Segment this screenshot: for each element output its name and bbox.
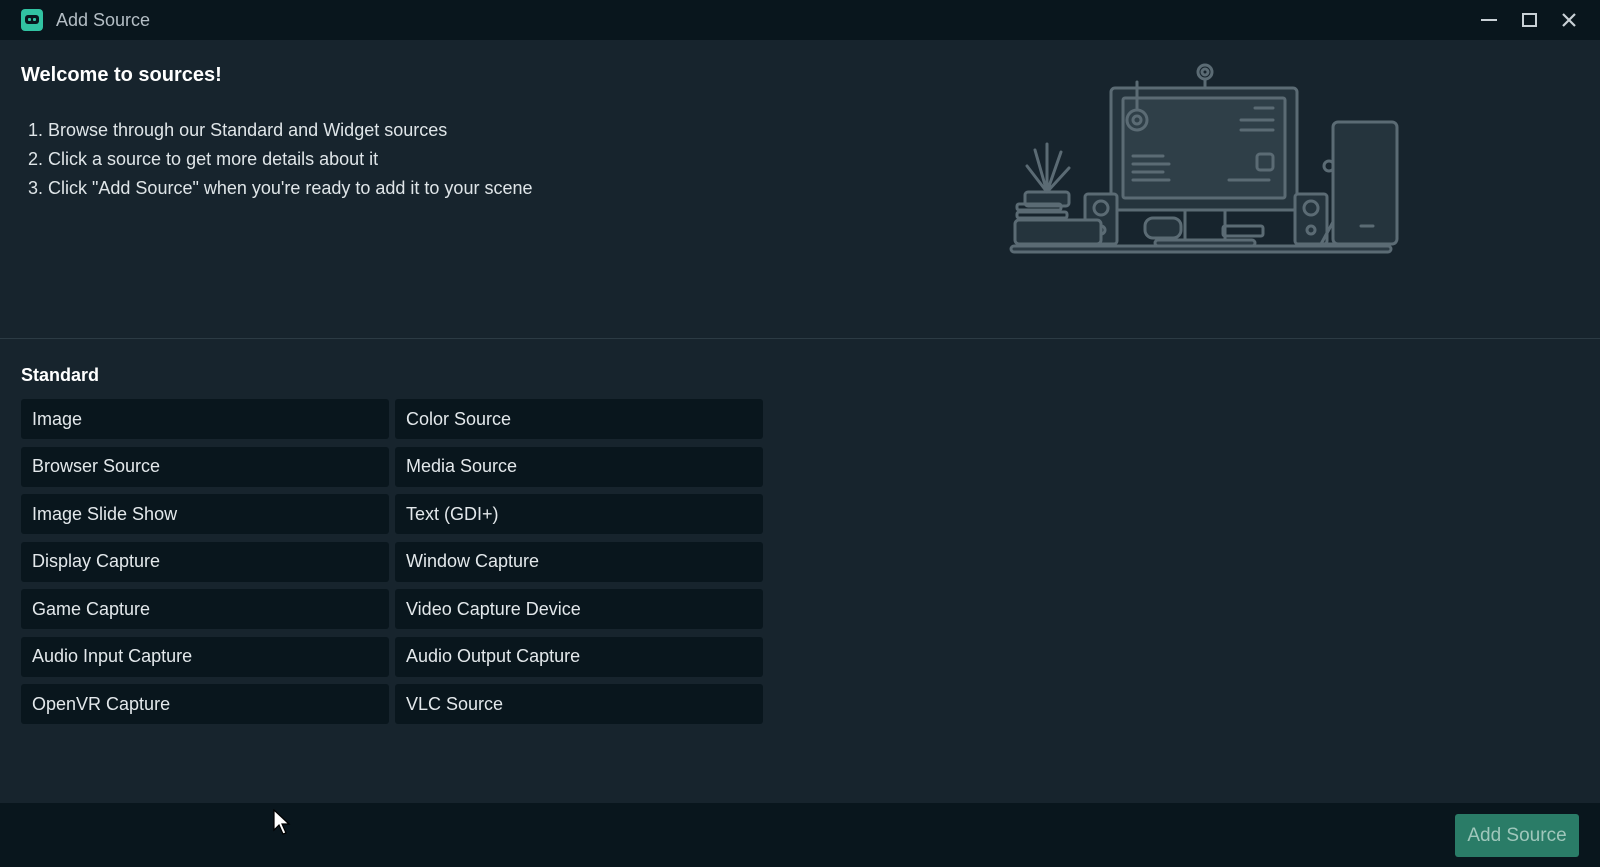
source-openvr-capture[interactable]: OpenVR Capture	[21, 684, 389, 724]
minimize-icon	[1481, 19, 1497, 21]
minimize-button[interactable]	[1471, 4, 1507, 36]
instruction-step: 2. Click a source to get more details ab…	[28, 149, 379, 169]
source-audio-output-capture[interactable]: Audio Output Capture	[395, 636, 763, 677]
source-display-capture[interactable]: Display Capture	[21, 541, 389, 582]
footer-bar	[0, 803, 1600, 867]
window-title: Add Source	[56, 10, 151, 30]
welcome-title: Welcome to sources!	[21, 64, 222, 86]
source-image-slide-show[interactable]: Image Slide Show	[21, 494, 389, 534]
source-image[interactable]: Image	[21, 399, 389, 439]
desk-setup-illustration	[1009, 63, 1399, 254]
instructions-list: 1. Browse through our Standard and Widge…	[28, 116, 532, 203]
instruction-step: 3. Click "Add Source" when you're ready …	[28, 178, 533, 198]
add-source-button[interactable]: Add Source	[1455, 814, 1579, 857]
source-game-capture[interactable]: Game Capture	[21, 589, 389, 629]
mouse-cursor-icon	[273, 809, 291, 835]
source-color-source[interactable]: Color Source	[395, 399, 763, 439]
app-logo-icon	[21, 9, 43, 31]
standard-section-title: Standard	[21, 365, 100, 385]
source-vlc-source[interactable]: VLC Source	[395, 684, 763, 724]
source-audio-input-capture[interactable]: Audio Input Capture	[21, 636, 389, 677]
source-video-capture-device[interactable]: Video Capture Device	[395, 589, 763, 629]
source-browser-source[interactable]: Browser Source	[21, 446, 389, 487]
maximize-icon	[1521, 13, 1537, 27]
source-media-source[interactable]: Media Source	[395, 446, 763, 487]
close-button[interactable]	[1551, 4, 1587, 36]
title-bar: Add Source	[0, 0, 1600, 40]
maximize-button[interactable]	[1511, 4, 1547, 36]
source-window-capture[interactable]: Window Capture	[395, 541, 763, 582]
standard-sources-grid: Image Color Source Browser Source Media …	[21, 399, 765, 724]
instruction-step: 1. Browse through our Standard and Widge…	[28, 120, 448, 140]
close-icon	[1562, 13, 1576, 27]
source-text-gdi[interactable]: Text (GDI+)	[395, 494, 763, 534]
section-divider	[0, 338, 1600, 339]
